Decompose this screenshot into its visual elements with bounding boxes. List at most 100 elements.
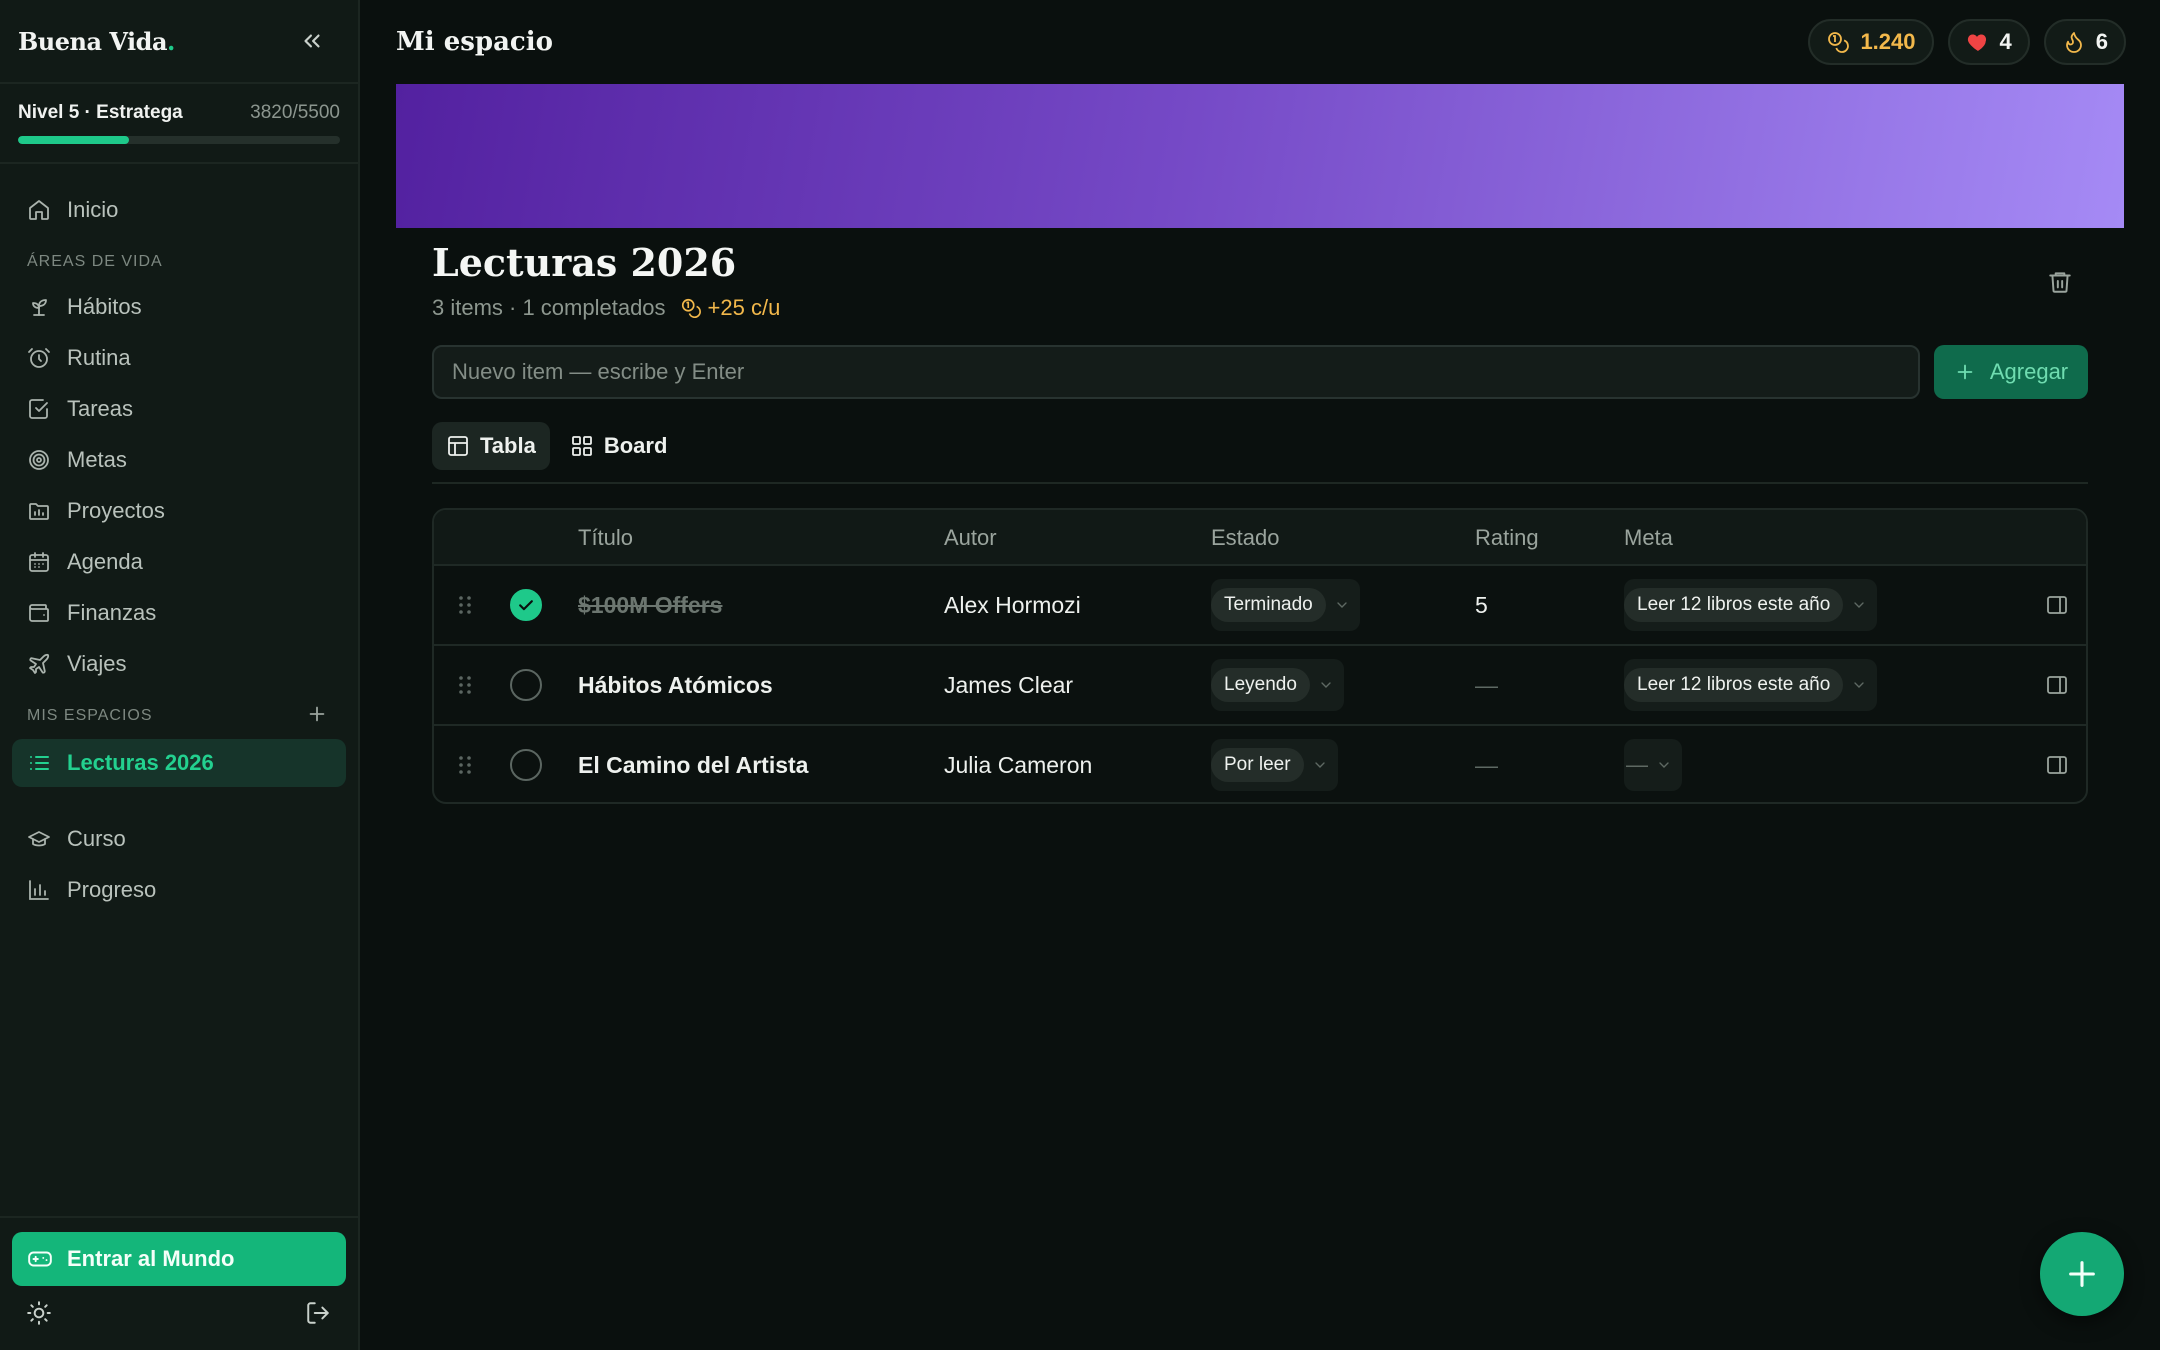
alarm-clock-icon xyxy=(28,347,50,368)
plus-icon[interactable] xyxy=(306,703,328,725)
item-title[interactable]: $100M Offers xyxy=(578,566,722,644)
chevrons-left-icon xyxy=(304,34,320,48)
checkbox-unchecked[interactable] xyxy=(510,749,542,781)
grid-icon xyxy=(571,436,592,456)
sidebar-item-metas[interactable]: Metas xyxy=(0,434,358,485)
open-detail-button[interactable] xyxy=(2045,726,2069,802)
sidebar-item-label: Tareas xyxy=(67,395,134,421)
flame-icon xyxy=(2065,32,2082,53)
tab-board[interactable]: Board xyxy=(556,422,682,470)
sidebar-item-finanzas[interactable]: Finanzas xyxy=(0,587,358,638)
status-select[interactable]: Leyendo xyxy=(1211,646,1344,724)
enter-world-button[interactable]: Entrar al Mundo xyxy=(12,1232,346,1286)
table-row[interactable]: Hábitos Atómicos James Clear Leyendo — L… xyxy=(434,646,2086,726)
open-detail-button[interactable] xyxy=(2045,566,2069,644)
logout-icon[interactable] xyxy=(305,1300,331,1326)
status-pill: Leyendo xyxy=(1211,668,1310,702)
delete-space-button[interactable] xyxy=(2042,264,2078,300)
sidebar-item-inicio[interactable]: Inicio xyxy=(0,184,358,235)
tab-label: Board xyxy=(603,433,668,458)
new-item-input[interactable] xyxy=(432,345,1920,399)
column-header-rating[interactable]: Rating xyxy=(1475,510,1539,566)
plane-icon xyxy=(29,653,50,674)
complete-checkbox[interactable] xyxy=(510,646,542,724)
item-title[interactable]: El Camino del Artista xyxy=(578,726,808,802)
item-author[interactable]: Alex Hormozi xyxy=(944,566,1081,644)
goal-select[interactable]: Leer 12 libros este año xyxy=(1624,566,1878,644)
sidebar-item-viajes[interactable]: Viajes xyxy=(0,638,358,689)
goal-select[interactable]: — xyxy=(1624,726,1682,802)
status-select[interactable]: Terminado xyxy=(1211,566,1360,644)
checkbox-unchecked[interactable] xyxy=(510,669,542,701)
drag-handle[interactable] xyxy=(456,566,474,644)
drag-handle[interactable] xyxy=(456,726,474,802)
table-row[interactable]: $100M Offers Alex Hormozi Terminado 5 Le… xyxy=(434,566,2086,646)
table-row[interactable]: El Camino del Artista Julia Cameron Por … xyxy=(434,726,2086,802)
column-header-meta[interactable]: Meta xyxy=(1624,510,1673,566)
brand-logo[interactable]: Buena Vida. xyxy=(18,27,175,56)
sidebar-item-label: Progreso xyxy=(67,876,157,902)
heart-icon xyxy=(1967,34,1986,51)
collapse-sidebar-button[interactable] xyxy=(292,21,332,61)
sun-icon[interactable] xyxy=(26,1300,52,1326)
calendar-icon xyxy=(29,551,49,572)
complete-checkbox[interactable] xyxy=(510,566,542,644)
floating-add-button[interactable] xyxy=(2040,1232,2124,1316)
sidebar-item-curso[interactable]: Curso xyxy=(0,813,358,864)
tab-label: Tabla xyxy=(480,433,536,458)
column-header-autor[interactable]: Autor xyxy=(944,510,997,566)
plus-icon xyxy=(1957,364,1973,380)
coins-icon xyxy=(1828,32,1850,53)
item-rating[interactable]: — xyxy=(1475,726,1498,802)
hearts-badge[interactable]: 4 xyxy=(1947,19,2030,65)
target-icon xyxy=(29,449,49,470)
stats-bar: 1.240 4 6 xyxy=(1808,19,2126,65)
item-rating[interactable]: — xyxy=(1475,646,1498,724)
coins-badge[interactable]: 1.240 xyxy=(1808,19,1934,65)
sidebar-item-lecturas-2026[interactable]: Lecturas 2026 xyxy=(12,739,346,787)
item-author[interactable]: Julia Cameron xyxy=(944,726,1092,802)
sidebar-item-tareas[interactable]: Tareas xyxy=(0,383,358,434)
streak-badge[interactable]: 6 xyxy=(2043,19,2126,65)
open-detail-button[interactable] xyxy=(2045,646,2069,724)
sidebar-item-habitos[interactable]: Hábitos xyxy=(0,281,358,332)
status-select[interactable]: Por leer xyxy=(1211,726,1338,802)
level-bar xyxy=(18,136,340,144)
space-header: Lecturas 2026 3 items · 1 completados +2… xyxy=(432,240,2088,321)
status-pill: Terminado xyxy=(1211,588,1326,622)
tab-tabla[interactable]: Tabla xyxy=(432,422,550,470)
sidebar: Buena Vida. Nivel 5 · Estratega 3820/550… xyxy=(0,0,360,1350)
sidebar-item-agenda[interactable]: Agenda xyxy=(0,536,358,587)
space-cover-banner[interactable] xyxy=(396,84,2124,228)
item-author[interactable]: James Clear xyxy=(944,646,1073,724)
complete-checkbox[interactable] xyxy=(510,726,542,802)
sidebar-item-proyectos[interactable]: Proyectos xyxy=(0,485,358,536)
streak-count: 6 xyxy=(2095,29,2108,54)
table-icon xyxy=(448,436,468,456)
item-title[interactable]: Hábitos Atómicos xyxy=(578,646,773,724)
sidebar-item-progreso[interactable]: Progreso xyxy=(0,864,358,915)
level-name: Nivel 5 · Estratega xyxy=(18,102,183,123)
item-rating[interactable]: 5 xyxy=(1475,566,1488,644)
panel-right-icon xyxy=(2047,596,2067,614)
goal-select[interactable]: Leer 12 libros este año xyxy=(1624,646,1878,724)
space-title[interactable]: Lecturas 2026 xyxy=(432,240,2088,285)
view-tabs: Tabla Board xyxy=(432,422,2088,484)
add-item-label: Agregar xyxy=(1989,359,2069,384)
sidebar-item-label: Viajes xyxy=(67,650,127,676)
coins-count: 1.240 xyxy=(1860,29,1916,54)
goal-empty: — xyxy=(1626,752,1648,777)
column-header-estado[interactable]: Estado xyxy=(1211,510,1280,566)
checkbox-checked[interactable] xyxy=(510,589,542,621)
column-header-titulo[interactable]: Título xyxy=(578,510,633,566)
add-item-button[interactable]: Agregar xyxy=(1934,345,2088,399)
hearts-count: 4 xyxy=(1999,29,2012,54)
sidebar-footer: Entrar al Mundo xyxy=(0,1216,358,1350)
brand-dot: . xyxy=(167,26,175,56)
sprout-icon xyxy=(32,298,47,316)
sidebar-item-rutina[interactable]: Rutina xyxy=(0,332,358,383)
home-icon xyxy=(29,199,49,220)
top-bar: Mi espacio 1.240 4 6 xyxy=(362,0,2160,84)
goal-pill: Leer 12 libros este año xyxy=(1624,588,1844,622)
drag-handle[interactable] xyxy=(456,646,474,724)
